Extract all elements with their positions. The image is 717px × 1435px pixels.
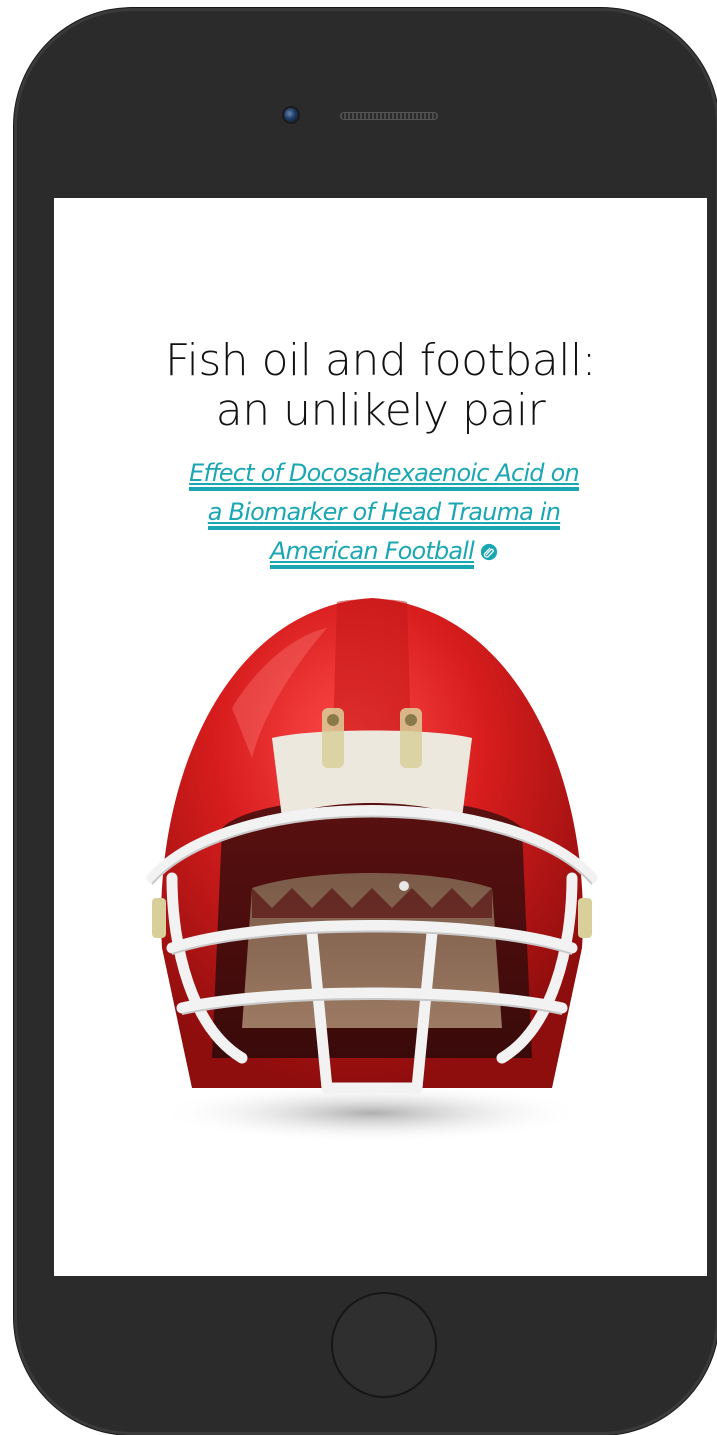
football-helmet-image — [146, 598, 598, 1143]
page-title-line-1: Fish oil and football: — [165, 335, 597, 386]
article-link-line-2[interactable]: a Biomarker of Head Trauma in — [207, 498, 561, 530]
article-link-line-1[interactable]: Effect of Docosahexaenoic Acid on — [189, 459, 580, 491]
front-camera-icon — [284, 108, 298, 122]
page-title: Fish oil and football: an unlikely pair — [54, 336, 707, 436]
article-link-line-3[interactable]: American Football — [269, 537, 475, 569]
paperclip-icon[interactable] — [480, 543, 498, 561]
phone-frame: Fish oil and football: an unlikely pair … — [14, 8, 717, 1435]
phone-screen: Fish oil and football: an unlikely pair … — [54, 198, 707, 1276]
home-button[interactable] — [331, 1292, 437, 1398]
earpiece-speaker — [340, 112, 438, 120]
page-title-line-2: an unlikely pair — [215, 385, 546, 436]
article-link[interactable]: Effect of Docosahexaenoic Acid on a Biom… — [166, 454, 602, 571]
